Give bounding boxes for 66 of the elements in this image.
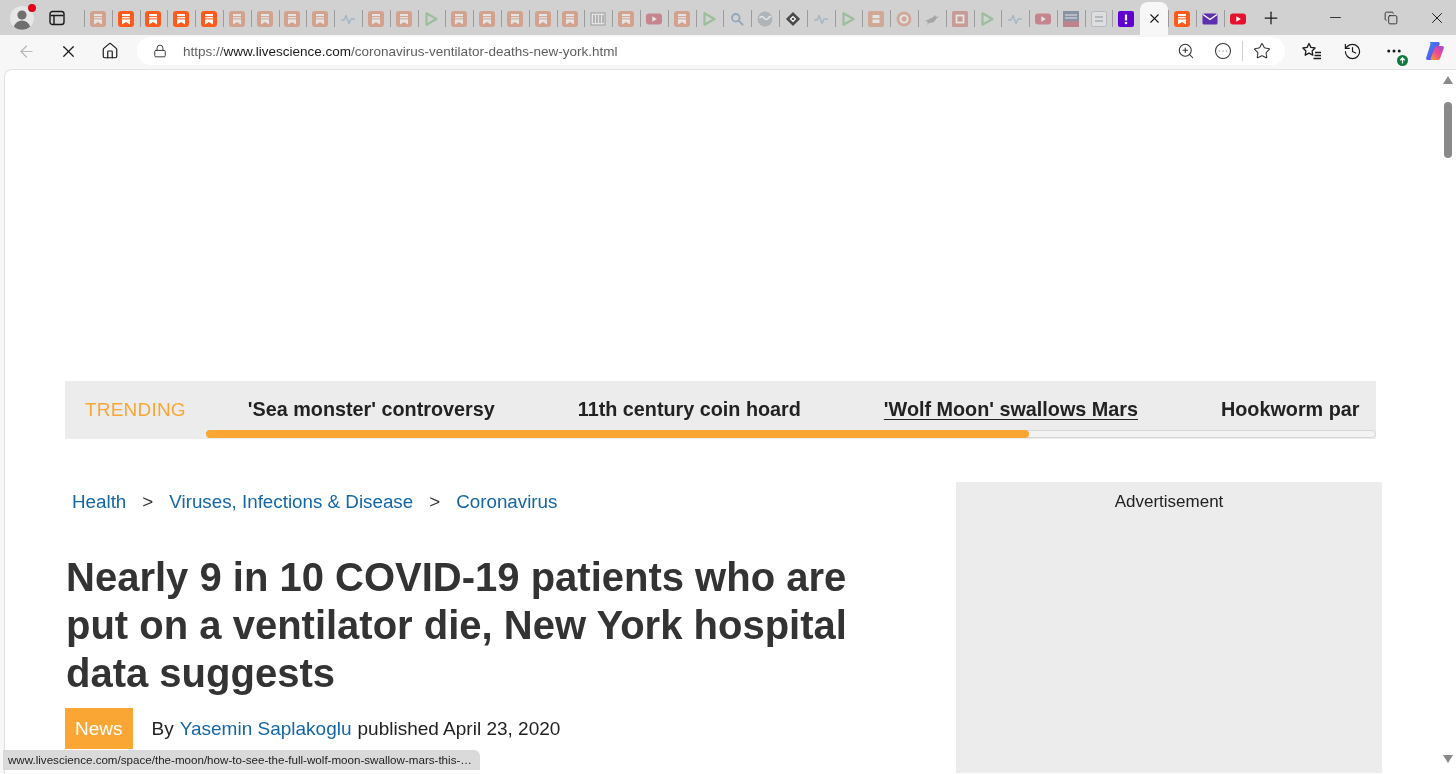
address-url: https://www.livescience.com/coronavirus-ventilator-deaths-new-york.html	[183, 43, 618, 59]
tab-actions-icon[interactable]	[49, 9, 65, 26]
play-icon	[701, 10, 718, 27]
home-icon[interactable]	[101, 42, 119, 60]
status-url: www.livescience.com/space/the-moon/how-to-see-the-full-wolf-moon-swallow-mars-this-…	[3, 750, 480, 770]
framed-logo-icon	[1090, 10, 1107, 27]
bookmark-icon	[228, 10, 245, 27]
play-icon	[423, 10, 440, 27]
ad-label: Advertisement	[1114, 492, 1224, 512]
bookmark-icon	[506, 10, 523, 27]
trending-link[interactable]: 'Wolf Moon' swallows Mars	[883, 398, 1138, 421]
tile-logo-icon	[868, 10, 885, 27]
bookmark-icon	[1173, 10, 1190, 27]
restore-icon[interactable]	[1383, 10, 1398, 25]
more-options-icon[interactable]	[1214, 42, 1232, 60]
history-icon[interactable]	[1343, 41, 1362, 61]
striped-logo-icon	[590, 10, 607, 27]
bookmark-icon	[145, 10, 162, 27]
byline-prefix: By	[151, 717, 174, 740]
breadcrumb-link[interactable]: Coronavirus	[456, 491, 558, 513]
author-link[interactable]: Yasemin Saplakoglu	[179, 717, 352, 740]
breadcrumb-link[interactable]: Health	[72, 491, 127, 513]
bookmark-icon	[618, 10, 635, 27]
trending-link[interactable]: Hookworm par	[1221, 398, 1360, 421]
bookmark-icon	[89, 10, 106, 27]
bookmark-icon	[173, 10, 190, 27]
zoom-icon[interactable]	[1177, 42, 1195, 60]
bookmark-icon	[367, 10, 384, 27]
trending-link[interactable]: 'Sea monster' controversy	[247, 398, 495, 421]
bookmark-icon	[534, 10, 551, 27]
app-logo-icon[interactable]	[1423, 40, 1446, 62]
scroll-up-icon[interactable]	[1443, 76, 1453, 84]
search-icon	[729, 10, 746, 27]
bookmark-icon	[284, 10, 301, 27]
wave-logo-icon	[757, 10, 773, 27]
bookmark-icon	[312, 10, 329, 27]
play-icon	[979, 10, 996, 27]
bookmark-icon	[395, 10, 412, 27]
lock-icon[interactable]	[153, 44, 167, 58]
bookmark-icon	[451, 10, 468, 27]
news-logo-icon	[1062, 10, 1079, 27]
trending-link[interactable]: 11th century coin hoard	[577, 398, 801, 421]
breadcrumb-separator: >	[142, 491, 154, 513]
bookmark-icon	[562, 10, 579, 27]
square-logo-icon	[951, 10, 968, 27]
star-icon[interactable]	[1253, 42, 1271, 60]
breadcrumb-link[interactable]: Viruses, Infections & Disease	[169, 491, 414, 513]
profile-avatar-icon[interactable]	[10, 5, 34, 30]
scroll-down-icon[interactable]	[1443, 755, 1453, 763]
bookmark-icon	[201, 10, 218, 27]
trending-label: TRENDING	[85, 399, 186, 421]
bookmark-icon	[256, 10, 273, 27]
play-icon	[840, 10, 857, 27]
address-bar[interactable]: https://www.livescience.com/coronavirus-ventilator-deaths-new-york.html	[137, 37, 1285, 65]
bookmark-icon	[117, 10, 134, 27]
star-list-icon[interactable]	[1301, 42, 1322, 60]
exclamation-logo-icon	[1118, 10, 1135, 27]
bookmark-icon	[479, 10, 496, 27]
scrollbar-thumb[interactable]	[1444, 102, 1452, 158]
browser-tab[interactable]	[1140, 2, 1169, 35]
breadcrumb-separator: >	[429, 491, 441, 513]
publish-date: published April 23, 2020	[357, 717, 561, 740]
ring-logo-icon	[896, 10, 912, 27]
bookmark-icon	[673, 10, 690, 27]
article-headline: Nearly 9 in 10 COVID-19 patients who are put on a ventilator die, New York hospital data suggests	[66, 554, 848, 697]
category-label: News	[65, 708, 133, 749]
